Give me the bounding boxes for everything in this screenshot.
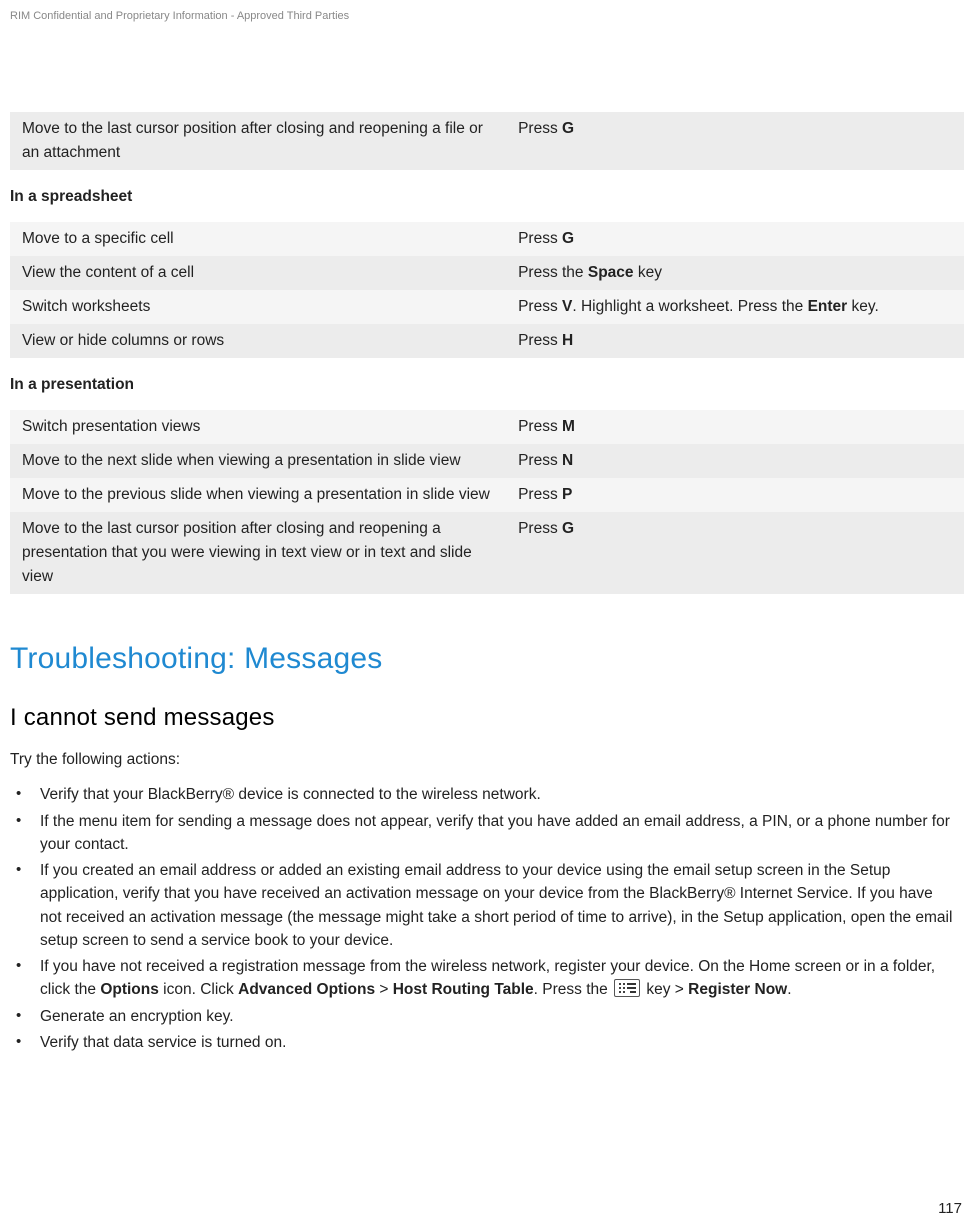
action-cell: Switch presentation views bbox=[10, 410, 506, 444]
list-item: If the menu item for sending a message d… bbox=[10, 810, 958, 857]
text: Press bbox=[518, 486, 562, 503]
section-presentation-label: In a presentation bbox=[10, 376, 964, 394]
list-item: If you have not received a registration … bbox=[10, 955, 958, 1002]
advanced-options-label: Advanced Options bbox=[238, 981, 375, 998]
key: H bbox=[562, 332, 573, 349]
key-cell: Press H bbox=[506, 324, 964, 358]
text: Press the bbox=[518, 264, 588, 281]
table-row: View the content of a cell Press the Spa… bbox=[10, 256, 964, 290]
list-item: Verify that your BlackBerry® device is c… bbox=[10, 783, 958, 806]
text: Press bbox=[518, 230, 562, 247]
list-item: Generate an encryption key. bbox=[10, 1005, 958, 1028]
options-label: Options bbox=[100, 981, 159, 998]
menu-key-icon bbox=[614, 979, 640, 997]
text: . Press the bbox=[534, 981, 612, 998]
bullet-list: Verify that your BlackBerry® device is c… bbox=[10, 783, 964, 1054]
action-cell: Move to the last cursor position after c… bbox=[10, 112, 506, 170]
key: V bbox=[562, 298, 572, 315]
action-cell: Move to the next slide when viewing a pr… bbox=[10, 444, 506, 478]
text: key bbox=[634, 264, 662, 281]
list-item: If you created an email address or added… bbox=[10, 859, 958, 952]
confidential-header: RIM Confidential and Proprietary Informa… bbox=[10, 10, 964, 22]
key-cell: Press V. Highlight a worksheet. Press th… bbox=[506, 290, 964, 324]
text: key. bbox=[847, 298, 879, 315]
key-cell: Press P bbox=[506, 478, 964, 512]
table-row: Move to the last cursor position after c… bbox=[10, 112, 964, 170]
table-row: Switch worksheets Press V. Highlight a w… bbox=[10, 290, 964, 324]
text: Press bbox=[518, 418, 562, 435]
text: . bbox=[787, 981, 791, 998]
page-number: 117 bbox=[938, 1200, 962, 1217]
section-spreadsheet-label: In a spreadsheet bbox=[10, 188, 964, 206]
text: Press bbox=[518, 298, 562, 315]
key-cell: Press the Space key bbox=[506, 256, 964, 290]
list-item: Verify that data service is turned on. bbox=[10, 1031, 958, 1054]
action-cell: View the content of a cell bbox=[10, 256, 506, 290]
table-row: Switch presentation views Press M bbox=[10, 410, 964, 444]
table-row: Move to the previous slide when viewing … bbox=[10, 478, 964, 512]
key-cell: Press N bbox=[506, 444, 964, 478]
action-cell: Switch worksheets bbox=[10, 290, 506, 324]
key: M bbox=[562, 418, 575, 435]
key-cell: Press G bbox=[506, 112, 964, 170]
try-line: Try the following actions: bbox=[10, 748, 964, 771]
heading-troubleshooting: Troubleshooting: Messages bbox=[10, 642, 964, 676]
text: Press bbox=[518, 520, 562, 537]
key-cell: Press M bbox=[506, 410, 964, 444]
text: Press bbox=[518, 332, 562, 349]
key-cell: Press G bbox=[506, 222, 964, 256]
key-cell: Press G bbox=[506, 512, 964, 594]
table-row: Move to the last cursor position after c… bbox=[10, 512, 964, 594]
key: G bbox=[562, 120, 574, 137]
text: key > bbox=[642, 981, 688, 998]
heading-issue: I cannot send messages bbox=[10, 704, 964, 732]
text: Press bbox=[518, 120, 562, 137]
key: N bbox=[562, 452, 573, 469]
table-row: Move to a specific cell Press G bbox=[10, 222, 964, 256]
text: icon. Click bbox=[159, 981, 238, 998]
host-routing-table-label: Host Routing Table bbox=[393, 981, 534, 998]
shortcut-table-spreadsheet: Move to a specific cell Press G View the… bbox=[10, 222, 964, 358]
action-cell: Move to the previous slide when viewing … bbox=[10, 478, 506, 512]
action-cell: Move to the last cursor position after c… bbox=[10, 512, 506, 594]
key: Space bbox=[588, 264, 634, 281]
text: . Highlight a worksheet. Press the bbox=[572, 298, 807, 315]
text: > bbox=[375, 981, 393, 998]
key: Enter bbox=[808, 298, 848, 315]
shortcut-table-top: Move to the last cursor position after c… bbox=[10, 112, 964, 170]
key: G bbox=[562, 230, 574, 247]
register-now-label: Register Now bbox=[688, 981, 787, 998]
key: G bbox=[562, 520, 574, 537]
table-row: View or hide columns or rows Press H bbox=[10, 324, 964, 358]
action-cell: View or hide columns or rows bbox=[10, 324, 506, 358]
action-cell: Move to a specific cell bbox=[10, 222, 506, 256]
text: Press bbox=[518, 452, 562, 469]
shortcut-table-presentation: Switch presentation views Press M Move t… bbox=[10, 410, 964, 594]
table-row: Move to the next slide when viewing a pr… bbox=[10, 444, 964, 478]
key: P bbox=[562, 486, 572, 503]
